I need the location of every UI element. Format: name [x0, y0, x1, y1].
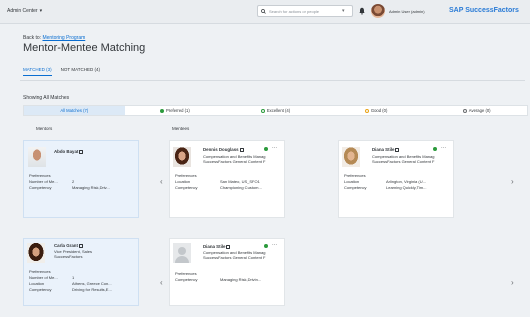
- shell-bar: Admin Center ▾ Search for actions or peo…: [0, 0, 530, 24]
- filter-preferred[interactable]: Preferred (1): [125, 106, 226, 115]
- mentor-photo: [28, 147, 46, 167]
- profile-card-icon: [78, 243, 83, 248]
- filter-label: Excellent (4): [266, 108, 291, 113]
- mentee-name[interactable]: Diana Stile: [372, 147, 400, 152]
- home-menu[interactable]: Admin Center ▾: [7, 8, 42, 14]
- field-label: Competency: [29, 185, 52, 190]
- placeholder-avatar-icon: [173, 243, 191, 263]
- user-menu-label[interactable]: Admin User (admin): [389, 9, 425, 14]
- chevron-right-icon[interactable]: ›: [511, 278, 514, 287]
- profile-card-icon: [239, 147, 244, 152]
- showing-label: Showing All Matches: [23, 95, 70, 101]
- field-label: Preferences: [29, 173, 51, 178]
- field-value: Championing Custom...: [220, 185, 262, 190]
- good-status-icon: [364, 108, 369, 113]
- page-title: Mentor-Mentee Matching: [23, 42, 146, 54]
- home-menu-label: Admin Center: [7, 8, 38, 14]
- search-input[interactable]: Search for actions or people: [257, 5, 353, 17]
- more-options-icon[interactable]: ···: [272, 242, 277, 248]
- match-status-icon: [264, 244, 268, 248]
- search-placeholder: Search for actions or people: [269, 8, 320, 14]
- mentor-name[interactable]: Abdo Bayat: [54, 149, 84, 154]
- tab-not-matched[interactable]: NOT MATCHED (4): [61, 67, 100, 76]
- filter-excellent[interactable]: Excellent (4): [225, 106, 326, 115]
- divider: [20, 80, 525, 81]
- field-label: Competency: [175, 277, 198, 282]
- field-label: Competency: [29, 287, 52, 292]
- field-value: Arlington, Virginia (U...: [386, 179, 426, 184]
- mentee-org: SuccessFactors General Content F: [203, 255, 266, 260]
- filter-label: Preferred (1): [166, 108, 190, 113]
- field-value: San Mateo, US_SFO1: [220, 179, 260, 184]
- average-status-icon: [462, 108, 467, 113]
- field-label: Preferences: [175, 173, 197, 178]
- match-filter-bar: All Matches (7) Preferred (1) Excellent …: [23, 105, 528, 116]
- match-tabs: MATCHED (3) NOT MATCHED (4): [23, 67, 100, 76]
- field-label: Location: [175, 179, 191, 184]
- back-prefix: Back to:: [23, 35, 42, 41]
- field-value: Managing Risk,Drivin...: [220, 277, 262, 282]
- column-header-mentors: Mentors: [36, 126, 53, 131]
- filter-average[interactable]: Average (0): [426, 106, 527, 115]
- more-options-icon[interactable]: ···: [441, 145, 446, 151]
- field-label: Preferences: [175, 271, 197, 276]
- notification-bell-icon[interactable]: [358, 7, 366, 15]
- filter-label: All Matches (7): [60, 108, 89, 113]
- search-icon: [261, 8, 266, 14]
- mentor-photo: [27, 243, 45, 263]
- match-status-icon: [264, 147, 268, 151]
- mentor-card[interactable]: Carla Grant Vice President, Sales Succes…: [23, 238, 139, 306]
- user-avatar[interactable]: [371, 4, 385, 18]
- field-label: Number of Me...: [29, 275, 58, 280]
- chevron-down-icon: ▾: [39, 8, 43, 14]
- chevron-left-icon[interactable]: ‹: [160, 278, 163, 287]
- excellent-status-icon: [260, 108, 265, 113]
- field-value: Learning Quickly,Tim...: [386, 185, 427, 190]
- profile-card-icon: [395, 147, 400, 152]
- field-label: Location: [29, 281, 45, 286]
- mentee-photo: [173, 147, 191, 167]
- mentee-org: SuccessFactors General Content F: [203, 159, 266, 164]
- field-value: 2: [72, 179, 75, 184]
- mentee-card[interactable]: Dennis Douglass ··· Compensation and Ben…: [169, 140, 285, 218]
- mentee-org: SuccessFactors General Content F: [372, 159, 435, 164]
- brand-logo: SAP SuccessFactors: [449, 7, 519, 14]
- search-scope-chevron-icon[interactable]: ▾: [342, 8, 345, 14]
- profile-card-icon: [226, 244, 231, 249]
- match-status-icon: [433, 147, 437, 151]
- back-link[interactable]: Mentoring Program: [42, 35, 85, 41]
- mentee-card[interactable]: Diana Stile ··· Compensation and Benefit…: [169, 238, 285, 306]
- mentee-name[interactable]: Diana Stile: [203, 244, 231, 249]
- field-label: Preferences: [29, 269, 51, 274]
- field-label: Competency: [175, 185, 198, 190]
- field-value: Driving for Results,E...: [72, 287, 112, 292]
- back-breadcrumb: Back to: Mentoring Program: [23, 35, 85, 41]
- preferred-status-icon: [160, 108, 165, 113]
- field-value: Managing Risk,Driv...: [72, 185, 110, 190]
- tab-matched[interactable]: MATCHED (3): [23, 67, 52, 76]
- mentor-org: SuccessFactors: [54, 254, 83, 259]
- filter-label: Average (0): [468, 108, 491, 113]
- filter-good[interactable]: Good (0): [326, 106, 427, 115]
- filter-all-matches[interactable]: All Matches (7): [24, 106, 125, 115]
- mentee-name[interactable]: Dennis Douglass: [203, 147, 244, 152]
- mentee-card[interactable]: Diana Stile ··· Compensation and Benefit…: [338, 140, 454, 218]
- field-value: 1: [72, 275, 75, 280]
- field-label: Preferences: [344, 173, 366, 178]
- chevron-right-icon[interactable]: ›: [511, 177, 514, 186]
- filter-label: Good (0): [370, 108, 388, 113]
- more-options-icon[interactable]: ···: [272, 145, 277, 151]
- mentor-name[interactable]: Carla Grant: [54, 243, 83, 248]
- mentee-photo: [342, 147, 360, 167]
- mentor-card[interactable]: Abdo Bayat Preferences Number of Me... 2…: [23, 140, 139, 218]
- column-header-mentees: Mentees: [172, 126, 190, 131]
- profile-card-icon: [79, 149, 84, 154]
- field-label: Location: [344, 179, 360, 184]
- field-label: Number of Me...: [29, 179, 58, 184]
- field-value: Athens, Greece Con...: [72, 281, 112, 286]
- chevron-left-icon[interactable]: ‹: [160, 177, 163, 186]
- field-label: Competency: [344, 185, 367, 190]
